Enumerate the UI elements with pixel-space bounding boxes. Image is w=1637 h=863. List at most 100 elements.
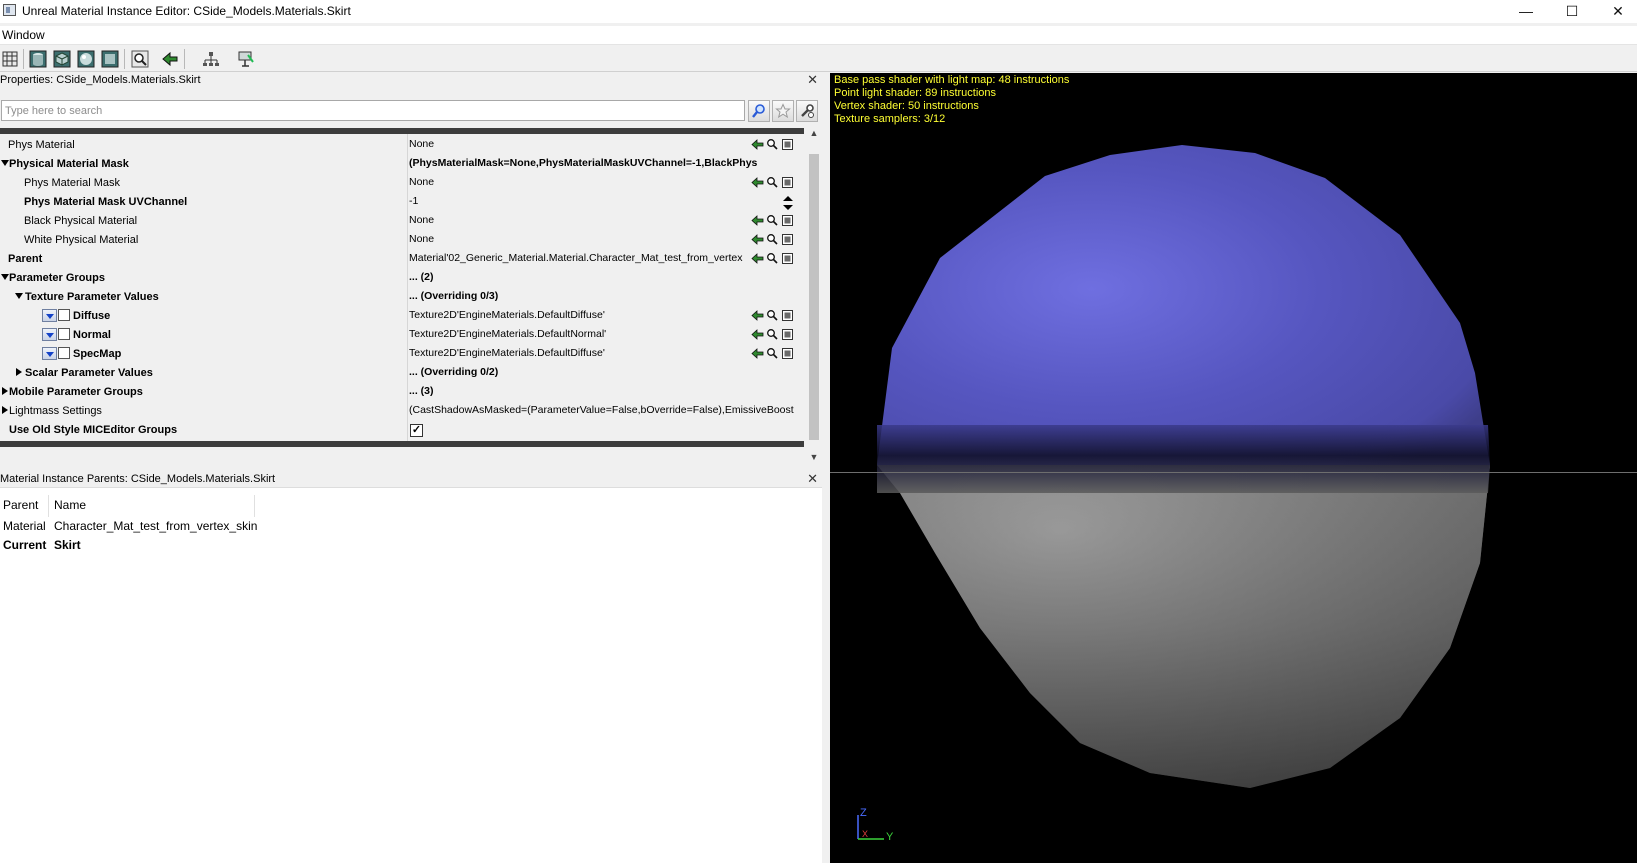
prop-row-phys-material-mask[interactable]: Phys Material Mask None	[0, 174, 804, 193]
clear-box-icon[interactable]	[780, 327, 794, 341]
prop-value[interactable]: Texture2D'EngineMaterials.DefaultDiffuse…	[409, 309, 804, 321]
expand-param-icon[interactable]	[42, 328, 57, 341]
prop-row-lightmass-settings[interactable]: Lightmass Settings (CastShadowAsMasked=(…	[0, 402, 804, 421]
back-arrow-icon[interactable]	[160, 49, 180, 69]
sphere-icon[interactable]	[76, 49, 96, 69]
browse-magnify-icon[interactable]	[765, 251, 779, 265]
search-button[interactable]	[748, 100, 770, 122]
spinner[interactable]	[782, 194, 794, 210]
prop-value[interactable]: Texture2D'EngineMaterials.DefaultNormal'	[409, 328, 804, 340]
expand-param-icon[interactable]	[42, 309, 57, 322]
browse-magnify-icon[interactable]	[765, 213, 779, 227]
scroll-up-arrow-icon[interactable]: ▲	[809, 128, 819, 140]
prop-value[interactable]: (PhysMaterialMask=None,PhysMaterialMaskU…	[409, 157, 804, 169]
search-input[interactable]	[1, 100, 745, 121]
prop-value[interactable]: (CastShadowAsMasked=(ParameterValue=Fals…	[409, 404, 804, 416]
expand-down-icon[interactable]	[15, 293, 23, 299]
expand-down-icon[interactable]	[1, 274, 9, 280]
browse-magnify-icon[interactable]	[765, 232, 779, 246]
properties-title: Properties: CSide_Models.Materials.Skirt	[0, 74, 201, 86]
prop-value[interactable]: -1	[409, 195, 804, 207]
override-checkbox[interactable]	[58, 309, 70, 321]
prop-row-physical-material-mask[interactable]: Physical Material Mask (PhysMaterialMask…	[0, 155, 804, 174]
prop-value[interactable]: Material'02_Generic_Material.Material.Ch…	[409, 252, 754, 264]
prop-row-uvchannel[interactable]: Phys Material Mask UVChannel -1	[0, 193, 804, 212]
prop-row-diffuse[interactable]: Diffuse Texture2D'EngineMaterials.Defaul…	[0, 307, 804, 326]
hierarchy-icon[interactable]	[201, 49, 221, 69]
column-header-parent[interactable]: Parent	[3, 495, 38, 515]
prop-value[interactable]: None	[409, 138, 804, 150]
clear-box-icon[interactable]	[780, 251, 794, 265]
prop-value[interactable]: None	[409, 233, 804, 245]
use-selected-arrow-icon[interactable]	[750, 308, 764, 322]
property-grid: Phys Material None Physical Material Mas…	[0, 128, 804, 448]
clear-box-icon[interactable]	[780, 213, 794, 227]
browse-magnify-icon[interactable]	[765, 327, 779, 341]
clear-box-icon[interactable]	[780, 232, 794, 246]
prop-row-parameter-groups[interactable]: Parameter Groups ... (2)	[0, 269, 804, 288]
clear-box-icon[interactable]	[780, 346, 794, 360]
close-parents-button[interactable]: ✕	[807, 471, 818, 487]
properties-scrollbar[interactable]: ▲ ▼	[807, 128, 822, 466]
vertical-splitter[interactable]	[822, 72, 830, 863]
expand-right-icon[interactable]	[16, 368, 22, 376]
prop-row-black-physical-material[interactable]: Black Physical Material None	[0, 212, 804, 231]
name-cell: Character_Mat_test_from_vertex_skin	[54, 519, 258, 533]
scroll-down-arrow-icon[interactable]: ▼	[809, 452, 819, 464]
plane-icon[interactable]	[100, 49, 120, 69]
settings-wrench-icon[interactable]	[796, 100, 818, 122]
browse-magnify-icon[interactable]	[765, 346, 779, 360]
preview-viewport[interactable]: Base pass shader with light map: 48 inst…	[830, 73, 1637, 863]
expand-param-icon[interactable]	[42, 347, 57, 360]
expand-down-icon[interactable]	[1, 160, 9, 166]
clean-icon[interactable]	[236, 49, 256, 69]
close-window-button[interactable]: ✕	[1595, 0, 1637, 22]
prop-row-specmap[interactable]: SpecMap Texture2D'EngineMaterials.Defaul…	[0, 345, 804, 364]
use-selected-arrow-icon[interactable]	[750, 137, 764, 151]
use-selected-arrow-icon[interactable]	[750, 346, 764, 360]
use-selected-arrow-icon[interactable]	[750, 175, 764, 189]
prop-row-texture-parameter-values[interactable]: Texture Parameter Values ... (Overriding…	[0, 288, 804, 307]
prop-row-parent[interactable]: Parent Material'02_Generic_Material.Mate…	[0, 250, 804, 269]
prop-row-white-physical-material[interactable]: White Physical Material None	[0, 231, 804, 250]
favorites-star-icon[interactable]	[772, 100, 794, 122]
expand-right-icon[interactable]	[2, 387, 8, 395]
use-selected-arrow-icon[interactable]	[750, 213, 764, 227]
prop-value[interactable]: None	[409, 176, 804, 188]
column-separator[interactable]	[254, 495, 255, 517]
column-separator[interactable]	[48, 495, 49, 517]
scroll-thumb[interactable]	[809, 154, 819, 440]
use-selected-arrow-icon[interactable]	[750, 327, 764, 341]
clear-box-icon[interactable]	[780, 308, 794, 322]
prop-row-normal[interactable]: Normal Texture2D'EngineMaterials.Default…	[0, 326, 804, 345]
prop-row-phys-material[interactable]: Phys Material None	[0, 136, 804, 155]
spinner-arrows-icon[interactable]	[782, 194, 794, 212]
prop-value[interactable]: Texture2D'EngineMaterials.DefaultDiffuse…	[409, 347, 804, 359]
browse-magnify-icon[interactable]	[765, 175, 779, 189]
use-selected-arrow-icon[interactable]	[750, 251, 764, 265]
override-checkbox[interactable]	[58, 328, 70, 340]
prop-value[interactable]: None	[409, 214, 804, 226]
column-header-name[interactable]: Name	[54, 495, 86, 515]
expand-right-icon[interactable]	[2, 406, 8, 414]
prop-row-mobile-parameter-groups[interactable]: Mobile Parameter Groups ... (3)	[0, 383, 804, 402]
old-style-groups-checkbox[interactable]: ✓	[410, 424, 423, 437]
minimize-button[interactable]: —	[1503, 0, 1549, 22]
browse-magnify-icon[interactable]	[765, 137, 779, 151]
use-selected-arrow-icon[interactable]	[750, 232, 764, 246]
override-checkbox[interactable]	[58, 347, 70, 359]
menu-window[interactable]: Window	[2, 28, 45, 42]
cube-icon[interactable]	[52, 49, 72, 69]
maximize-button[interactable]: ☐	[1549, 0, 1595, 22]
close-properties-button[interactable]: ✕	[807, 72, 818, 88]
cylinder-icon[interactable]	[28, 49, 48, 69]
magnify-icon[interactable]	[130, 49, 150, 69]
prop-name: Normal	[73, 329, 111, 341]
prop-row-use-old-style-miceditor-groups[interactable]: Use Old Style MICEditor Groups ✓	[0, 421, 804, 440]
clear-box-icon[interactable]	[780, 175, 794, 189]
prop-row-scalar-parameter-values[interactable]: Scalar Parameter Values ... (Overriding …	[0, 364, 804, 383]
grid-icon[interactable]	[0, 49, 20, 69]
clear-box-icon[interactable]	[780, 137, 794, 151]
browse-magnify-icon[interactable]	[765, 308, 779, 322]
menu-bar: Window	[0, 26, 1637, 45]
